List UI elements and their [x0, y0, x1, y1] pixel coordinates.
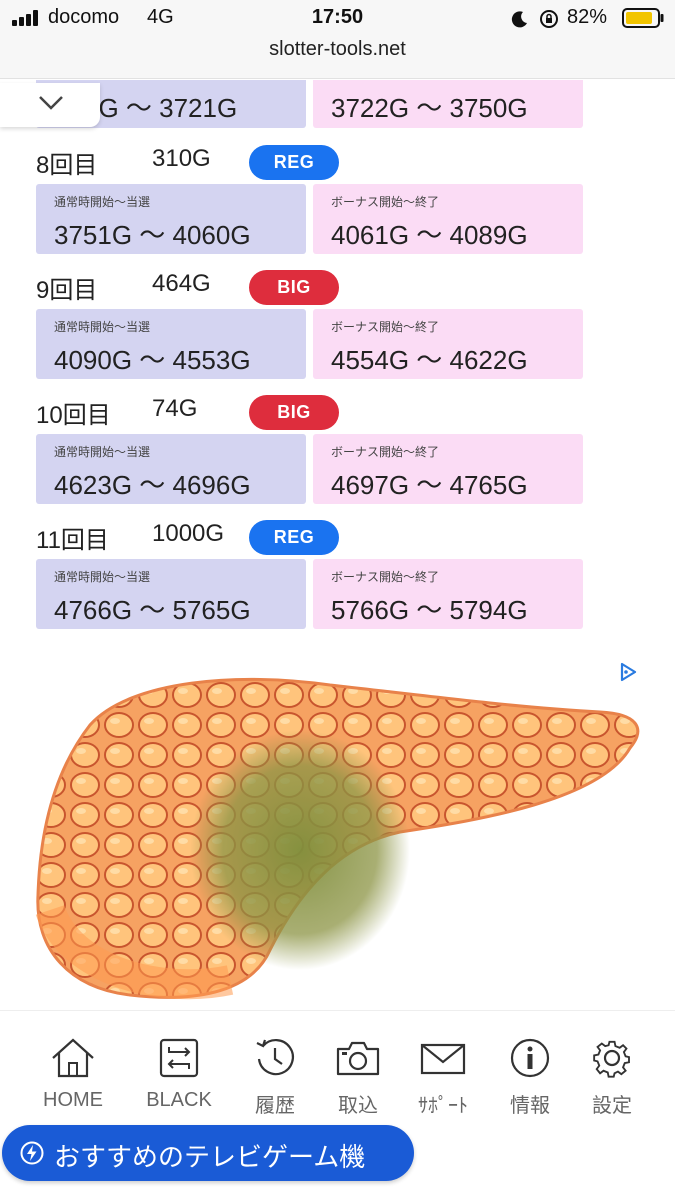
rotation-lock-icon [540, 10, 558, 28]
bonus-caption: ボーナス開始〜終了 [331, 570, 440, 584]
bonus-caption: ボーナス開始〜終了 [331, 195, 440, 209]
hit-count: 9回目 [36, 277, 98, 304]
camera-icon [336, 1041, 380, 1076]
bonus-range-value: 4697G 〜 4765G [331, 470, 528, 500]
normal-range-value: 3751G 〜 4060G [54, 220, 251, 250]
bonus-type-badge: REG [249, 520, 339, 555]
advertisement[interactable] [0, 650, 675, 1010]
bonus-range-value: 4061G 〜 4089G [331, 220, 528, 250]
nav-label: ｻﾎﾟｰﾄ [418, 1095, 468, 1117]
game-count: 310G [152, 145, 211, 172]
battery-percent: 82% [567, 6, 608, 28]
nav-label: 情報 [510, 1095, 550, 1117]
normal-caption: 通常時開始〜当選 [54, 570, 151, 584]
bonus-type-badge: REG [249, 145, 339, 180]
info-icon [510, 1038, 550, 1078]
gear-icon [593, 1040, 630, 1078]
normal-caption: 通常時開始〜当選 [54, 195, 151, 209]
nav-label: 取込 [338, 1095, 378, 1117]
bonus-range-box: ボーナス開始〜終了 4061G 〜 4089G [313, 184, 583, 254]
normal-range-value: 4623G 〜 4696G [54, 470, 251, 500]
bonus-range-box: 3722G 〜 3750G [313, 80, 583, 128]
nav-label: 履歴 [255, 1095, 295, 1117]
status-bar: docomo 4G 17:50 82% slotter-tools.net [0, 0, 675, 79]
normal-range-box: 通常時開始〜当選 3751G 〜 4060G [36, 184, 306, 254]
bonus-range-value: 4554G 〜 4622G [331, 345, 528, 375]
bonus-type-badge: BIG [249, 270, 339, 305]
nav-label: HOME [43, 1089, 103, 1111]
game-count: 464G [152, 270, 211, 297]
history-icon [256, 1039, 294, 1076]
chevron-down-icon [39, 96, 63, 110]
nav-settings[interactable]: 設定 [573, 1037, 651, 1118]
mail-icon [420, 1043, 466, 1075]
recommend-button[interactable]: おすすめのテレビゲーム機 [2, 1125, 414, 1181]
url-bar[interactable]: slotter-tools.net [0, 38, 675, 61]
nav-history[interactable]: 履歴 [236, 1037, 314, 1118]
hit-count: 8回目 [36, 152, 98, 179]
normal-range-value: 4766G 〜 5765G [54, 595, 251, 625]
hit-count: 10回目 [36, 402, 111, 429]
normal-range-box: 通常時開始〜当選 4623G 〜 4696G [36, 434, 306, 504]
battery-icon [622, 8, 664, 28]
ad-organ-image[interactable] [0, 650, 675, 1010]
bonus-type-badge: BIG [249, 395, 339, 430]
bonus-caption: ボーナス開始〜終了 [331, 320, 440, 334]
nav-black[interactable]: BLACK [140, 1037, 218, 1112]
collapse-header-button[interactable] [0, 83, 100, 127]
normal-range-box: 通常時開始〜当選 4090G 〜 4553G [36, 309, 306, 379]
bonus-range-value: 3722G 〜 3750G [331, 93, 528, 123]
game-count: 74G [152, 395, 198, 422]
normal-range-box: 通常時開始〜当選 4766G 〜 5765G [36, 559, 306, 629]
swap-icon [159, 1038, 199, 1078]
nav-label: 設定 [592, 1095, 632, 1117]
game-count: 1000G [152, 520, 225, 547]
nav-info[interactable]: 情報 [491, 1037, 569, 1118]
bonus-caption: ボーナス開始〜終了 [331, 445, 440, 459]
nav-import[interactable]: 取込 [319, 1037, 397, 1118]
normal-caption: 通常時開始〜当選 [54, 445, 151, 459]
bonus-range-box: ボーナス開始〜終了 4697G 〜 4765G [313, 434, 583, 504]
home-icon [52, 1038, 94, 1078]
bonus-range-box: ボーナス開始〜終了 5766G 〜 5794G [313, 559, 583, 629]
nav-label: BLACK [146, 1089, 212, 1111]
normal-caption: 通常時開始〜当選 [54, 320, 151, 334]
recommend-label: おすすめのテレビゲーム機 [54, 1143, 366, 1173]
bonus-range-value: 5766G 〜 5794G [331, 595, 528, 625]
nav-home[interactable]: HOME [34, 1037, 112, 1112]
normal-range-value: 4090G 〜 4553G [54, 345, 251, 375]
normal-range-value: 1G 〜 3721G [84, 93, 238, 123]
moon-icon [511, 11, 527, 28]
lightning-icon [20, 1141, 44, 1165]
hit-count: 11回目 [36, 527, 109, 554]
nav-support[interactable]: ｻﾎﾟｰﾄ [404, 1037, 482, 1118]
bonus-range-box: ボーナス開始〜終了 4554G 〜 4622G [313, 309, 583, 379]
